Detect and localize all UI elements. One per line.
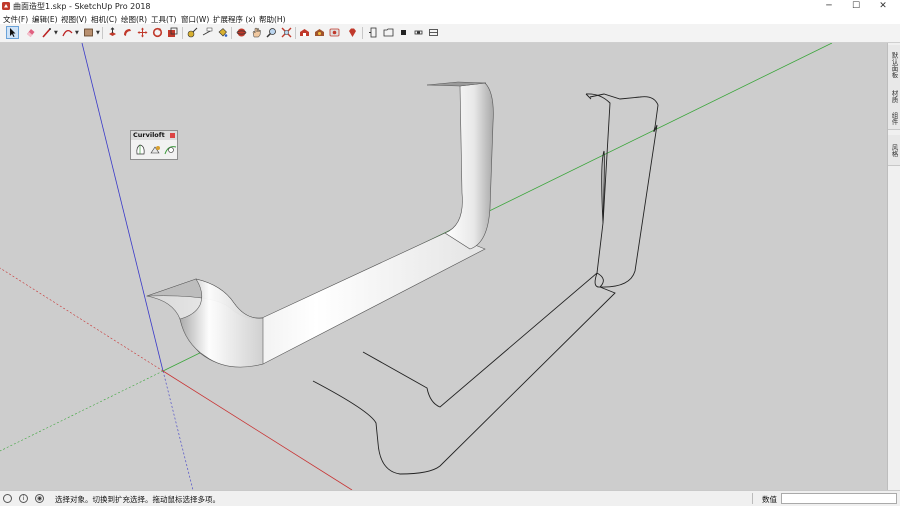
close-button[interactable]: ✕	[870, 0, 896, 13]
scene-canvas[interactable]	[0, 43, 887, 490]
warehouse-tool[interactable]	[298, 26, 311, 39]
eraser-icon	[27, 29, 35, 37]
measurements-input[interactable]	[781, 493, 897, 504]
warehouse-icon	[300, 29, 309, 36]
lofted-surface[interactable]	[145, 81, 494, 368]
extension-warehouse-tool[interactable]	[313, 26, 326, 39]
sketchup-logo-icon	[2, 2, 10, 10]
select-icon	[10, 28, 16, 37]
scale-icon	[168, 27, 178, 37]
arc-tool[interactable]	[61, 26, 74, 39]
tape-measure-tool[interactable]	[186, 26, 199, 39]
axis-red-dashed	[0, 267, 164, 372]
layout-tool[interactable]	[328, 26, 341, 39]
tray-tab-materials[interactable]: 材质	[888, 85, 900, 108]
extension-warehouse-icon	[315, 29, 324, 36]
move-icon	[137, 27, 148, 38]
paint-bucket-tool[interactable]	[216, 26, 229, 39]
pan-icon	[252, 27, 261, 38]
axis-blue	[81, 43, 164, 372]
maximize-button[interactable]: ☐	[843, 0, 869, 13]
rectangle-tool[interactable]	[82, 26, 95, 39]
rectangle-icon	[84, 28, 93, 37]
curviloft-toolbar[interactable]: Curviloft	[130, 130, 178, 160]
ruby-icon	[349, 28, 356, 37]
section-fill-icon	[414, 30, 423, 35]
geo-location-icon[interactable]	[3, 494, 12, 503]
follow-me-icon	[124, 29, 131, 36]
title-bar: 曲面造型1.skp - SketchUp Pro 2018 ─ ☐ ✕	[0, 0, 900, 13]
section-cut-icon	[401, 30, 406, 35]
arc-icon	[62, 29, 73, 37]
dimension-icon	[202, 27, 213, 36]
curviloft-close-icon[interactable]	[170, 133, 175, 138]
section-display-tool[interactable]	[382, 26, 395, 39]
section-cut-tool[interactable]	[397, 26, 410, 39]
push-pull-tool[interactable]	[106, 26, 119, 39]
measurements-label: 数值	[762, 495, 777, 504]
menu-bar: 文件(F) 编辑(E) 视图(V) 相机(C) 绘图(R) 工具(T) 窗口(W…	[0, 13, 900, 24]
loft-along-path-icon[interactable]	[164, 143, 177, 156]
axis-blue-dashed	[162, 370, 194, 490]
ruby-console-tool[interactable]	[346, 26, 359, 39]
section-box-tool[interactable]	[427, 26, 440, 39]
section-plane-tool[interactable]	[367, 26, 380, 39]
orbit-tool[interactable]	[235, 26, 248, 39]
zoom-icon	[266, 28, 276, 38]
status-bar: i ◉ 选择对象。切换到扩充选择。拖动鼠标选择多项。 数值	[0, 490, 900, 506]
shape-dropdown-icon[interactable]: ▼	[96, 30, 100, 36]
dimension-tool[interactable]	[201, 26, 214, 39]
line-tool[interactable]	[40, 26, 53, 39]
zoom-tool[interactable]	[265, 26, 278, 39]
arc-dropdown-icon[interactable]: ▼	[75, 30, 79, 36]
rotate-tool[interactable]	[151, 26, 164, 39]
section-box-icon	[429, 29, 438, 36]
select-tool[interactable]	[6, 26, 19, 39]
move-tool[interactable]	[136, 26, 149, 39]
window-title: 曲面造型1.skp - SketchUp Pro 2018	[13, 2, 151, 11]
loft-by-spline-icon[interactable]	[134, 143, 147, 156]
follow-me-tool[interactable]	[121, 26, 134, 39]
line-icon	[42, 28, 51, 38]
push-pull-icon	[109, 27, 116, 36]
axis-red	[162, 370, 353, 490]
user-account-icon[interactable]: ◉	[35, 494, 44, 503]
orbit-icon	[236, 28, 247, 37]
section-display-icon	[383, 28, 394, 37]
line-dropdown-icon[interactable]: ▼	[54, 30, 58, 36]
tray-tab-styles[interactable]: 风格	[888, 135, 900, 166]
tape-measure-icon	[187, 27, 198, 38]
zoom-extents-tool[interactable]	[280, 26, 293, 39]
modeling-viewport[interactable]	[0, 43, 887, 490]
credits-icon[interactable]: i	[19, 494, 28, 503]
paint-bucket-icon	[218, 28, 228, 37]
minimize-button[interactable]: ─	[816, 0, 842, 13]
default-tray: 默认面板 材质 组件 风格	[887, 43, 900, 490]
layout-icon	[329, 28, 340, 37]
section-fill-tool[interactable]	[412, 26, 425, 39]
section-plane-icon	[369, 27, 377, 38]
axis-green-dashed	[0, 370, 164, 452]
tray-tab-default[interactable]: 默认面板	[888, 45, 900, 86]
skin-contours-icon[interactable]	[149, 143, 162, 156]
scale-tool[interactable]	[166, 26, 179, 39]
eraser-tool[interactable]	[24, 26, 37, 39]
main-toolbar: ▼ ▼ ▼	[0, 24, 900, 43]
pan-tool[interactable]	[250, 26, 263, 39]
status-message: 选择对象。切换到扩充选择。拖动鼠标选择多项。	[55, 495, 220, 504]
rotate-icon	[152, 27, 163, 38]
zoom-extents-icon	[281, 27, 292, 38]
tray-tab-components[interactable]: 组件	[888, 107, 900, 130]
